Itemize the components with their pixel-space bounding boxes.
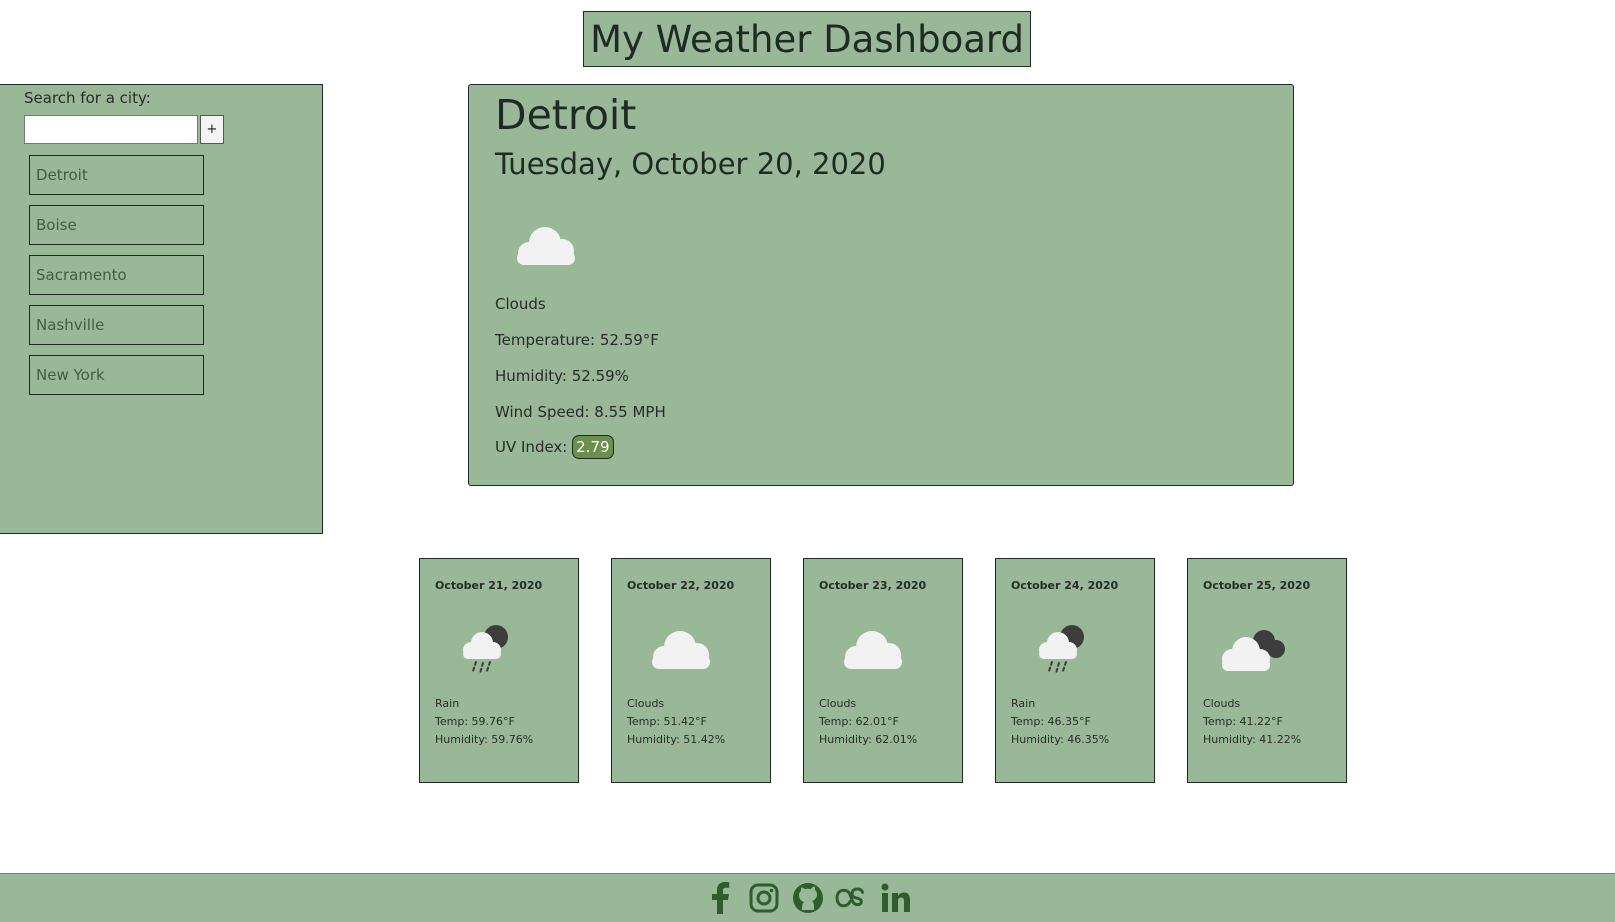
rain-icon: [1032, 621, 1092, 681]
current-humidity: Humidity: 52.59%: [495, 367, 629, 385]
forecast-card: October 21, 2020 Rain Temp: 59.76°F Humi…: [419, 558, 579, 783]
city-item-nashville[interactable]: Nashville: [29, 305, 204, 345]
instagram-icon[interactable]: [747, 881, 781, 915]
forecast-card: October 24, 2020 Rain Temp: 46.35°F Humi…: [995, 558, 1155, 783]
forecast-date: October 25, 2020: [1203, 579, 1311, 592]
city-list: Detroit Boise Sacramento Nashville New Y…: [29, 155, 204, 405]
current-temperature: Temperature: 52.59°F: [495, 331, 659, 349]
forecast-date: October 23, 2020: [819, 579, 927, 592]
current-weather-card: Detroit Tuesday, October 20, 2020 Clouds…: [468, 84, 1294, 486]
github-icon[interactable]: [791, 881, 825, 915]
forecast-temp: Temp: 62.01°F: [819, 715, 899, 728]
current-date: Tuesday, October 20, 2020: [495, 147, 886, 181]
forecast-humidity: Humidity: 46.35%: [1011, 733, 1110, 746]
forecast-humidity: Humidity: 59.76%: [435, 733, 534, 746]
forecast-date: October 22, 2020: [627, 579, 735, 592]
sidebar: Search for a city: + Detroit Boise Sacra…: [0, 84, 323, 534]
forecast-condition: Clouds: [1203, 697, 1241, 710]
forecast-condition: Clouds: [819, 697, 857, 710]
add-city-button[interactable]: +: [200, 115, 224, 144]
broken-clouds-icon: [1218, 621, 1290, 681]
clouds-icon: [648, 621, 714, 677]
forecast-date: October 24, 2020: [1011, 579, 1119, 592]
forecast-temp: Temp: 46.35°F: [1011, 715, 1091, 728]
linkedin-icon[interactable]: [879, 881, 913, 915]
forecast-card: October 25, 2020 Clouds Temp: 41.22°F Hu…: [1187, 558, 1347, 783]
forecast-temp: Temp: 59.76°F: [435, 715, 515, 728]
page-title: My Weather Dashboard: [590, 17, 1024, 61]
city-item-detroit[interactable]: Detroit: [29, 155, 204, 195]
forecast-temp: Temp: 51.42°F: [627, 715, 707, 728]
forecast-condition: Rain: [1011, 697, 1036, 710]
lastfm-icon[interactable]: [834, 881, 869, 915]
search-input[interactable]: [24, 115, 198, 144]
city-item-boise[interactable]: Boise: [29, 205, 204, 245]
search-label: Search for a city:: [24, 89, 151, 107]
clouds-icon: [840, 621, 906, 677]
uv-index-label: UV Index:: [495, 438, 568, 456]
rain-icon: [456, 621, 516, 681]
forecast-condition: Rain: [435, 697, 460, 710]
forecast-card: October 23, 2020 Clouds Temp: 62.01°F Hu…: [803, 558, 963, 783]
forecast-temp: Temp: 41.22°F: [1203, 715, 1283, 728]
current-uv-row: UV Index: 2.79: [495, 435, 614, 459]
forecast-humidity: Humidity: 51.42%: [627, 733, 726, 746]
clouds-icon: [513, 223, 579, 273]
page-title-box: My Weather Dashboard: [583, 11, 1031, 67]
current-condition: Clouds: [495, 295, 546, 313]
city-item-new-york[interactable]: New York: [29, 355, 204, 395]
current-city-name: Detroit: [495, 91, 637, 139]
city-item-sacramento[interactable]: Sacramento: [29, 255, 204, 295]
footer: [0, 873, 1615, 922]
uv-index-badge: 2.79: [572, 435, 614, 459]
forecast-humidity: Humidity: 62.01%: [819, 733, 918, 746]
forecast-card: October 22, 2020 Clouds Temp: 51.42°F Hu…: [611, 558, 771, 783]
current-wind-speed: Wind Speed: 8.55 MPH: [495, 403, 666, 421]
forecast-condition: Clouds: [627, 697, 665, 710]
forecast-humidity: Humidity: 41.22%: [1203, 733, 1302, 746]
facebook-icon[interactable]: [703, 881, 737, 915]
forecast-date: October 21, 2020: [435, 579, 543, 592]
